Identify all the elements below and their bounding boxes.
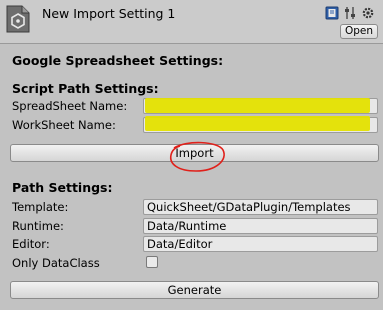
path-settings-heading: Path Settings:	[12, 180, 113, 195]
asset-file-icon	[6, 5, 30, 33]
spreadsheet-name-label: SpreadSheet Name:	[12, 99, 128, 113]
settings-sliders-icon[interactable]	[343, 5, 357, 19]
only-dataclass-label: Only DataClass	[12, 256, 100, 270]
worksheet-name-label: WorkSheet Name:	[12, 118, 116, 132]
runtime-field[interactable]: Data/Runtime	[143, 218, 378, 234]
help-book-icon[interactable]	[325, 5, 339, 20]
gear-icon[interactable]	[361, 5, 375, 19]
template-field[interactable]: QuickSheet/GDataPlugin/Templates	[143, 199, 378, 215]
google-settings-heading: Google Spreadsheet Settings:	[12, 53, 224, 68]
asset-title: New Import Setting 1	[42, 6, 176, 21]
import-button[interactable]: Import	[10, 144, 379, 162]
script-path-heading: Script Path Settings:	[12, 81, 159, 96]
template-label: Template:	[12, 200, 69, 214]
generate-button[interactable]: Generate	[10, 281, 379, 299]
highlight-mark	[145, 98, 370, 113]
open-button[interactable]: Open	[340, 24, 378, 39]
only-dataclass-checkbox[interactable]	[146, 256, 158, 268]
inspector-header: New Import Setting 1 Open	[0, 0, 383, 44]
editor-field[interactable]: Data/Editor	[143, 236, 378, 252]
highlight-mark	[145, 116, 370, 131]
editor-label: Editor:	[12, 237, 50, 251]
runtime-label: Runtime:	[12, 219, 64, 233]
inspector-panel: New Import Setting 1 Open Google Spreads…	[0, 0, 383, 310]
